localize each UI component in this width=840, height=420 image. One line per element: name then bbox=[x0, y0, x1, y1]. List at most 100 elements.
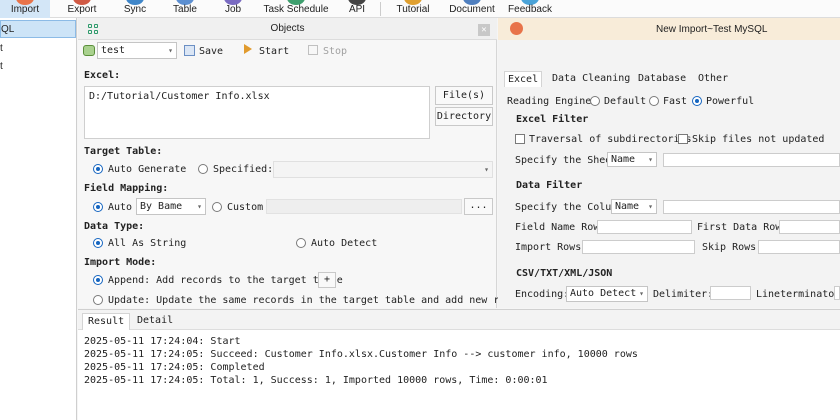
import-mode-label: Import Mode: bbox=[84, 257, 157, 268]
start-button[interactable]: Start bbox=[259, 46, 289, 58]
chevron-down-icon: ▾ bbox=[168, 46, 173, 55]
engine-powerful-radio[interactable] bbox=[692, 96, 702, 106]
mapping-more-button[interactable]: ... bbox=[464, 198, 493, 215]
column-name-input[interactable] bbox=[663, 200, 840, 214]
auto-detect-radio[interactable] bbox=[296, 238, 306, 248]
append-mode-label: Append: Add records to the target table bbox=[108, 275, 343, 286]
import-settings-panel: New Import~Test MySQL Excel Data Cleanin… bbox=[498, 18, 840, 308]
engine-fast-radio[interactable] bbox=[649, 96, 659, 106]
data-type-label: Data Type: bbox=[84, 221, 145, 232]
specified-label: Specified: bbox=[213, 164, 274, 175]
toolbar-import-label: Import bbox=[10, 4, 40, 15]
target-table-label: Target Table: bbox=[84, 146, 163, 157]
import-window-header: New Import~Test MySQL bbox=[498, 18, 840, 40]
reading-engine-label: Reading Engine: bbox=[507, 96, 598, 107]
update-mode-radio[interactable] bbox=[93, 295, 103, 305]
skip-rows-input[interactable] bbox=[758, 240, 840, 254]
tab-detail[interactable]: Detail bbox=[132, 313, 178, 330]
auto-mapping-radio[interactable] bbox=[93, 202, 103, 212]
tree-item-label: t bbox=[0, 61, 3, 72]
toolbar-sync-button[interactable]: Sync bbox=[116, 0, 154, 18]
specify-sheet-label: Specify the Sheet bbox=[515, 155, 618, 166]
excel-path-textarea[interactable]: D:/Tutorial/Customer Info.xlsx bbox=[84, 86, 430, 139]
save-button[interactable]: Save bbox=[199, 46, 223, 58]
all-as-string-label: All As String bbox=[108, 238, 187, 249]
toolbar-job-button[interactable]: Job bbox=[216, 0, 250, 18]
toolbar-tutorial-button[interactable]: Tutorial bbox=[388, 0, 438, 18]
skip-files-checkbox[interactable] bbox=[678, 134, 688, 144]
custom-mapping-label: Custom bbox=[227, 202, 264, 213]
all-as-string-radio[interactable] bbox=[93, 238, 103, 248]
toolbar-task-schedule-label: Task Schedule bbox=[263, 4, 329, 15]
lineterminator-input[interactable] bbox=[834, 286, 840, 300]
excel-label: Excel: bbox=[84, 70, 121, 81]
csv-options-label: CSV/TXT/XML/JSON bbox=[516, 268, 613, 279]
field-name-row-input[interactable] bbox=[597, 220, 692, 234]
files-button[interactable]: File(s) bbox=[435, 86, 493, 105]
tree-item[interactable]: t bbox=[0, 58, 76, 76]
engine-default-radio[interactable] bbox=[590, 96, 600, 106]
field-name-row-label: Field Name Row: bbox=[515, 222, 606, 233]
engine-powerful-label: Powerful bbox=[706, 96, 755, 107]
tab-result[interactable]: Result bbox=[82, 313, 131, 330]
tree-item-selected[interactable]: QL bbox=[0, 20, 76, 38]
main-toolbar: Import Export Sync Table Job Task Schedu… bbox=[0, 0, 840, 18]
sheet-name-input[interactable] bbox=[663, 153, 840, 167]
play-icon bbox=[244, 44, 252, 54]
toolbar-table-label: Table bbox=[173, 4, 197, 15]
mapping-by-select[interactable]: By Bame ▾ bbox=[136, 198, 206, 215]
toolbar-task-schedule-button[interactable]: Task Schedule bbox=[258, 0, 334, 18]
delimiter-input[interactable] bbox=[710, 286, 751, 300]
database-icon bbox=[83, 45, 95, 56]
sheet-by-select[interactable]: Name ▾ bbox=[607, 152, 657, 167]
engine-default-label: Default bbox=[604, 96, 647, 107]
append-mode-radio[interactable] bbox=[93, 275, 103, 285]
skip-rows-label: Skip Rows: bbox=[702, 242, 763, 253]
log-line: 2025-05-11 17:24:04: Start bbox=[84, 336, 241, 347]
chevron-down-icon: ▾ bbox=[648, 155, 653, 164]
lineterminator-label: Lineterminator bbox=[756, 289, 840, 300]
import-rows-input[interactable] bbox=[582, 240, 695, 254]
objects-header: Objects ✕ bbox=[78, 18, 497, 40]
first-data-row-input[interactable] bbox=[779, 220, 840, 234]
profile-select[interactable]: test ▾ bbox=[97, 42, 177, 59]
result-panel: Result Detail 2025-05-11 17:24:04: Start… bbox=[78, 309, 840, 420]
toolbar-document-label: Document bbox=[449, 4, 495, 15]
save-icon bbox=[184, 45, 195, 56]
encoding-select[interactable]: Auto Detect ▾ bbox=[566, 286, 648, 302]
stop-button[interactable]: Stop bbox=[323, 46, 347, 58]
toolbar-feedback-button[interactable]: Feedback bbox=[504, 0, 556, 18]
specified-radio[interactable] bbox=[198, 164, 208, 174]
tree-item-label: QL bbox=[1, 24, 15, 35]
engine-fast-label: Fast bbox=[663, 96, 688, 107]
tab-data-cleaning[interactable]: Data Cleaning bbox=[552, 71, 630, 87]
tab-excel[interactable]: Excel bbox=[504, 71, 543, 87]
specified-table-select[interactable]: ▾ bbox=[273, 161, 493, 178]
directory-button[interactable]: Directory bbox=[435, 107, 493, 126]
custom-mapping-radio[interactable] bbox=[212, 202, 222, 212]
profile-value: test bbox=[101, 45, 126, 56]
result-tabs: Result Detail bbox=[78, 310, 840, 330]
add-append-button[interactable]: + bbox=[318, 272, 336, 288]
log-line: 2025-05-11 17:24:05: Completed bbox=[84, 362, 265, 373]
close-icon[interactable]: ✕ bbox=[478, 24, 490, 36]
tab-database[interactable]: Database bbox=[638, 71, 686, 87]
chevron-down-icon: ▾ bbox=[639, 289, 644, 298]
column-by-select[interactable]: Name ▾ bbox=[611, 199, 657, 214]
chevron-down-icon: ▾ bbox=[484, 165, 489, 174]
objects-title: Objects bbox=[270, 23, 305, 34]
custom-mapping-field[interactable] bbox=[266, 199, 462, 214]
toolbar-export-button[interactable]: Export bbox=[60, 0, 104, 18]
toolbar-api-button[interactable]: API bbox=[342, 0, 372, 18]
tree-item[interactable]: t bbox=[0, 40, 76, 58]
traversal-checkbox[interactable] bbox=[515, 134, 525, 144]
toolbar-import-button[interactable]: Import bbox=[0, 0, 50, 18]
tab-other[interactable]: Other bbox=[698, 71, 728, 87]
excel-path-value: D:/Tutorial/Customer Info.xlsx bbox=[89, 91, 270, 102]
toolbar-table-button[interactable]: Table bbox=[166, 0, 204, 18]
first-data-row-label: First Data Row: bbox=[697, 222, 788, 233]
auto-detect-label: Auto Detect bbox=[311, 238, 378, 249]
log-line: 2025-05-11 17:24:05: Total: 1, Success: … bbox=[84, 375, 548, 386]
toolbar-document-button[interactable]: Document bbox=[446, 0, 498, 18]
auto-generate-radio[interactable] bbox=[93, 164, 103, 174]
